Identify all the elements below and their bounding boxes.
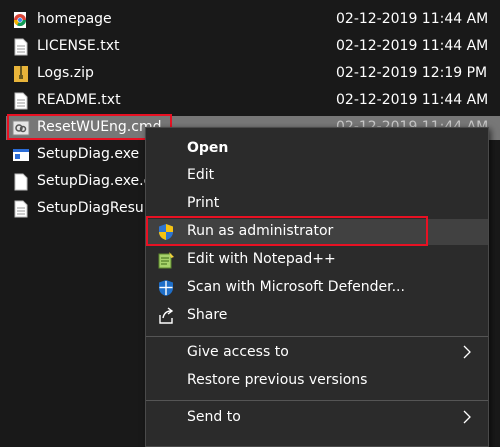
menu-item-edit-with-notepadpp[interactable]: Edit with Notepad++: [146, 247, 488, 273]
text-file-icon: [14, 38, 28, 56]
file-row-homepage[interactable]: homepage 02-12-2019 11:44 AM: [6, 8, 500, 32]
file-row-readme[interactable]: README.txt 02-12-2019 11:44 AM: [6, 89, 500, 113]
file-name: homepage: [37, 11, 112, 27]
chrome-html-icon: [13, 12, 27, 28]
menu-item-label: Give access to: [187, 344, 289, 360]
cmd-file-icon: [12, 120, 30, 136]
file-date: 02-12-2019 11:44 AM: [336, 38, 489, 54]
menu-item-open[interactable]: Open: [146, 136, 488, 162]
menu-item-label: Share: [187, 307, 228, 323]
share-icon: [159, 307, 174, 324]
text-file-icon: [14, 92, 28, 110]
file-name: Logs.zip: [37, 65, 94, 81]
file-name: README.txt: [37, 92, 121, 108]
menu-item-label: Restore previous versions: [187, 372, 368, 388]
menu-item-label: Scan with Microsoft Defender...: [187, 279, 405, 295]
menu-item-label: Edit: [187, 167, 215, 183]
menu-item-label: Print: [187, 195, 220, 211]
menu-item-edit[interactable]: Edit: [146, 163, 488, 189]
file-date: 02-12-2019 11:44 AM: [336, 92, 489, 108]
chevron-right-icon: [463, 345, 471, 359]
file-name: LICENSE.txt: [37, 38, 120, 54]
defender-shield-icon: [159, 280, 173, 296]
menu-item-label: Open: [187, 140, 229, 156]
zip-folder-icon: [14, 66, 28, 82]
file-row-license[interactable]: LICENSE.txt 02-12-2019 11:44 AM: [6, 35, 500, 59]
menu-item-give-access[interactable]: Give access to: [146, 340, 488, 366]
menu-separator: [146, 400, 488, 401]
menu-item-scan-defender[interactable]: Scan with Microsoft Defender...: [146, 275, 488, 301]
file-date: 02-12-2019 11:44 AM: [336, 11, 489, 27]
blank-file-icon: [14, 173, 28, 191]
menu-item-restore-versions[interactable]: Restore previous versions: [146, 368, 488, 394]
file-row-logs-zip[interactable]: Logs.zip 02-12-2019 12:19 PM: [6, 62, 500, 86]
text-file-icon: [14, 200, 28, 218]
menu-item-label: Run as administrator: [187, 223, 334, 239]
menu-item-label: Send to: [187, 409, 241, 425]
menu-item-label: Edit with Notepad++: [187, 251, 336, 267]
menu-separator: [146, 336, 488, 337]
notepadpp-icon: [158, 252, 174, 269]
file-name: ResetWUEng.cmd: [37, 119, 162, 135]
file-name: SetupDiag.exe: [37, 146, 140, 162]
menu-item-send-to[interactable]: Send to: [146, 405, 488, 431]
menu-item-print[interactable]: Print: [146, 191, 488, 217]
file-date: 02-12-2019 12:19 PM: [336, 65, 488, 81]
file-name: SetupDiagResult: [37, 200, 154, 216]
context-menu: Open Edit Print Run as administrator Edi…: [145, 127, 489, 447]
menu-item-share[interactable]: Share: [146, 303, 488, 329]
uac-shield-icon: [159, 224, 173, 240]
menu-item-run-as-administrator[interactable]: Run as administrator: [146, 219, 488, 245]
chevron-right-icon: [463, 410, 471, 424]
file-name: SetupDiag.exe.c: [37, 173, 152, 189]
exe-file-icon: [13, 149, 29, 161]
